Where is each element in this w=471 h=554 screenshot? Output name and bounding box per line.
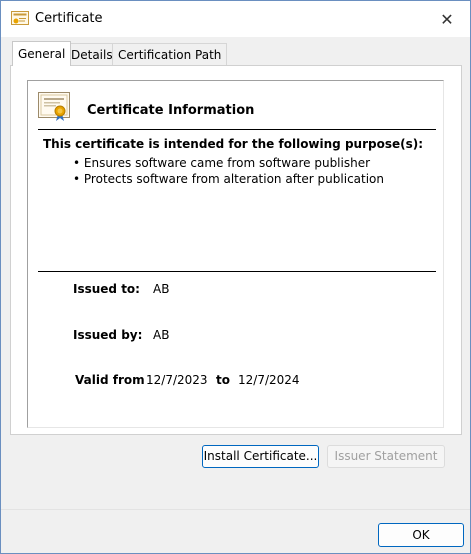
issued-to-label: Issued to: bbox=[73, 282, 140, 296]
ok-button[interactable]: OK bbox=[378, 523, 464, 547]
certificate-icon bbox=[38, 92, 70, 121]
certificate-icon bbox=[11, 11, 29, 25]
purpose-item: • Protects software from alteration afte… bbox=[73, 172, 384, 186]
install-certificate-button[interactable]: Install Certificate... bbox=[202, 445, 319, 468]
valid-to-label: to bbox=[216, 373, 230, 387]
purpose-title: This certificate is intended for the fol… bbox=[43, 137, 424, 151]
valid-to-value: 12/7/2024 bbox=[238, 373, 300, 387]
footer-divider bbox=[1, 509, 470, 510]
certificate-dialog: Certificate ✕ General Details Certificat… bbox=[0, 0, 471, 554]
valid-from-label: Valid from bbox=[75, 373, 145, 387]
bullet-icon: • bbox=[73, 172, 84, 186]
certificate-info-heading: Certificate Information bbox=[87, 103, 255, 118]
window-title: Certificate bbox=[35, 11, 103, 26]
issued-by-label: Issued by: bbox=[73, 328, 143, 342]
divider bbox=[38, 129, 436, 130]
close-button[interactable]: ✕ bbox=[424, 1, 470, 37]
close-icon: ✕ bbox=[440, 9, 454, 29]
valid-from-value: 12/7/2023 bbox=[146, 373, 208, 387]
bullet-icon: • bbox=[73, 156, 84, 170]
divider bbox=[38, 271, 436, 272]
purpose-item: • Ensures software came from software pu… bbox=[73, 156, 371, 170]
issuer-statement-button[interactable]: Issuer Statement bbox=[327, 445, 445, 468]
issued-to-value: AB bbox=[153, 282, 170, 296]
title-bar: Certificate ✕ bbox=[1, 1, 470, 37]
tab-general[interactable]: General bbox=[12, 41, 72, 66]
tab-details[interactable]: Details bbox=[65, 43, 119, 65]
issued-by-value: AB bbox=[153, 328, 170, 342]
tab-certification-path[interactable]: Certification Path bbox=[112, 43, 228, 65]
